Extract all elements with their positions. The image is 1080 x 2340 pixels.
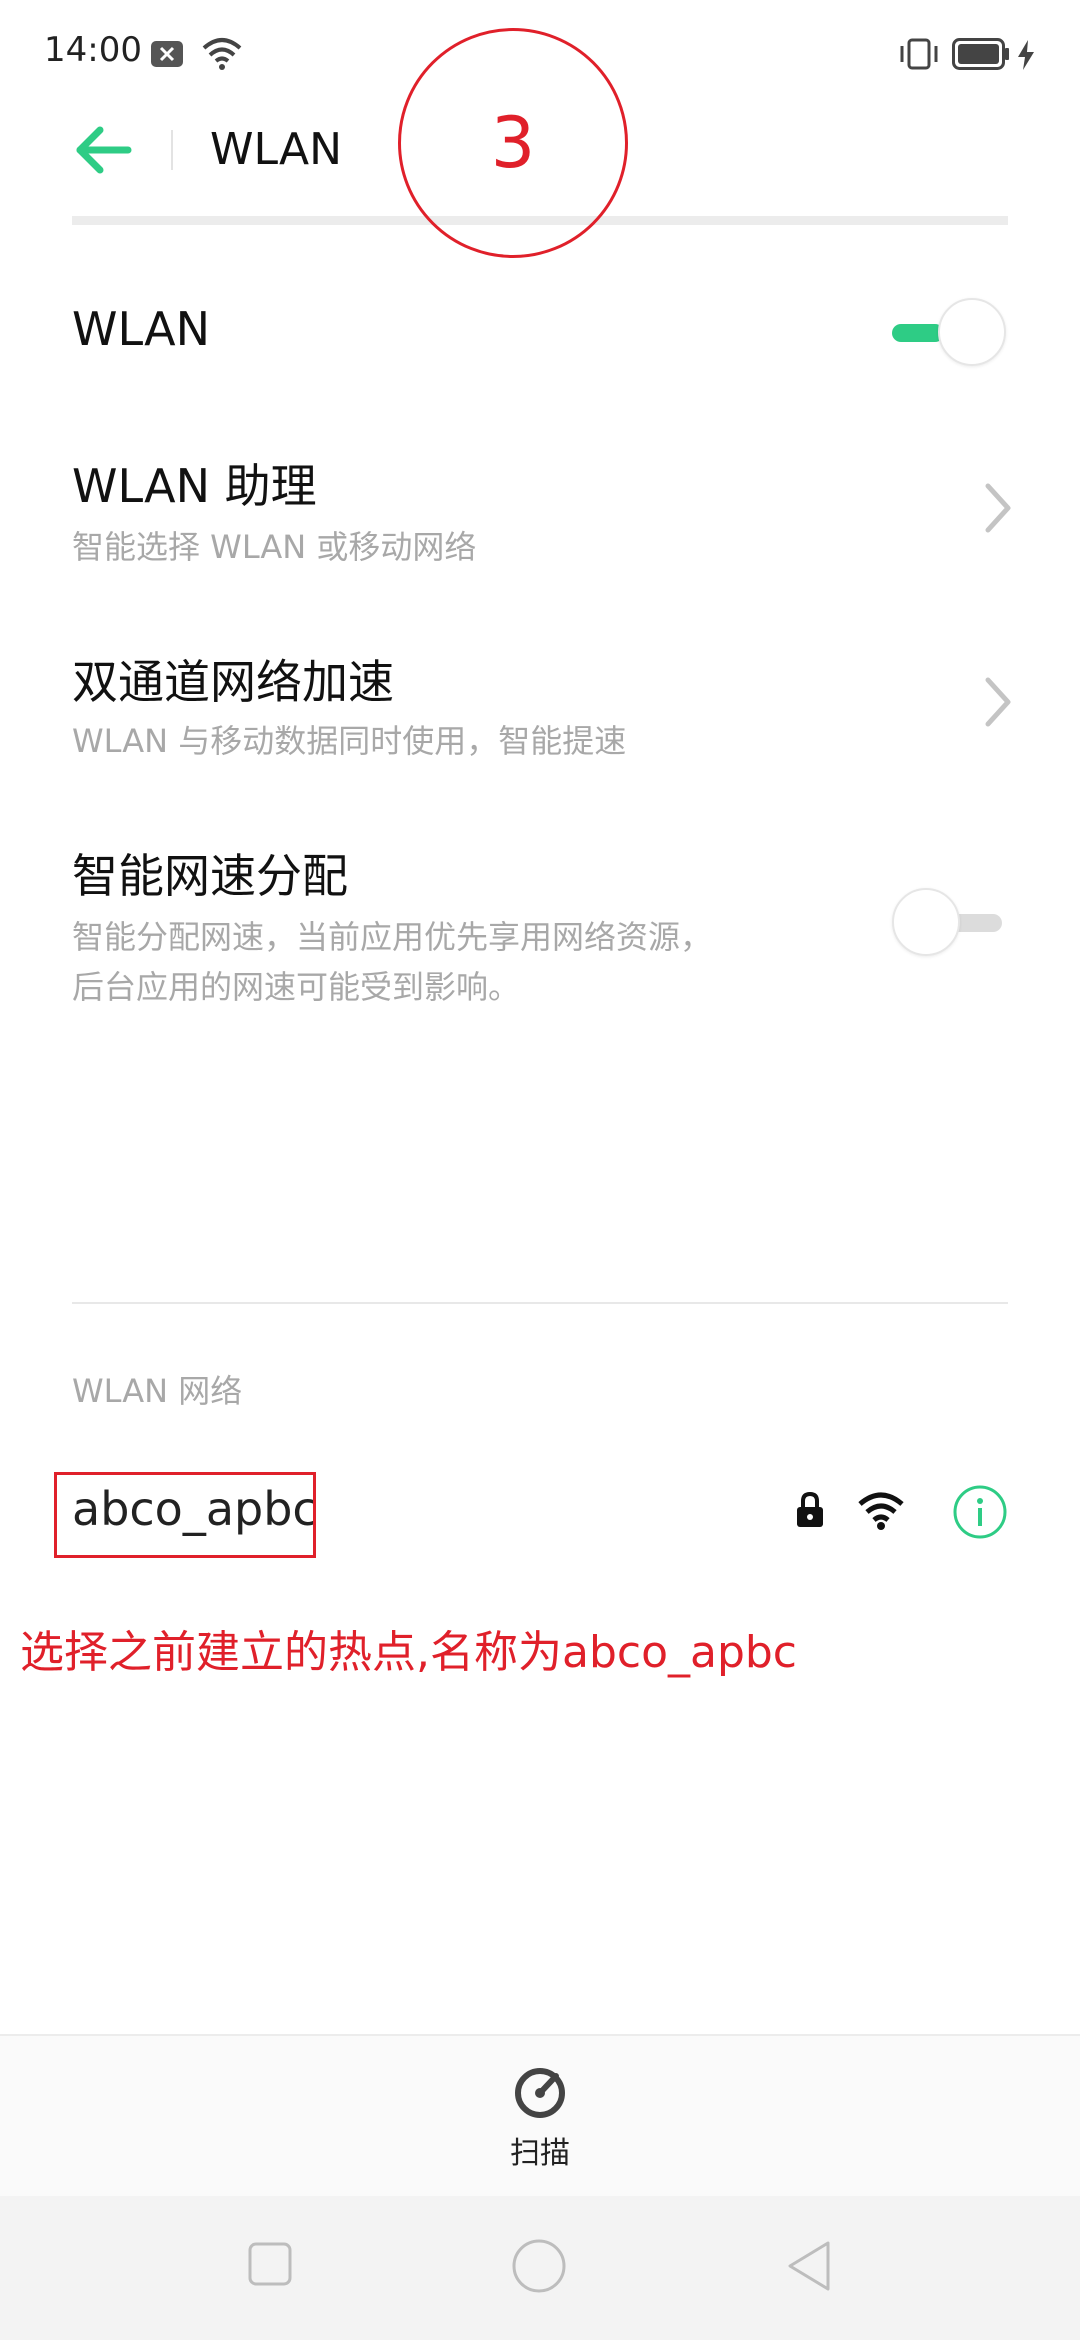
smart-speed-toggle-knob (892, 888, 960, 956)
chevron-right-icon (985, 483, 1011, 533)
notification-close-icon (151, 41, 183, 67)
wifi-icon (202, 38, 242, 70)
lock-icon (797, 1491, 823, 1527)
smart-speed-subtitle-line2: 后台应用的网速可能受到影响。 (72, 968, 521, 1006)
wlan-assistant-title: WLAN 助理 (72, 459, 317, 513)
wlan-networks-section-label: WLAN 网络 (72, 1372, 243, 1410)
wlan-toggle-track (892, 324, 944, 342)
wifi-signal-icon (858, 1492, 904, 1530)
section-divider (72, 1302, 1008, 1304)
annotation-instruction: 选择之前建立的热点,名称为abco_apbc (20, 1627, 798, 1678)
smart-speed-subtitle-line1: 智能分配网速，当前应用优先享用网络资源， (72, 918, 713, 956)
wlan-toggle-knob (938, 298, 1006, 366)
dual-channel-subtitle: WLAN 与移动数据同时使用，智能提速 (72, 722, 627, 760)
wlan-toggle-switch[interactable] (890, 298, 1010, 368)
chevron-right-icon (985, 677, 1011, 727)
annotation-step-number: 3 (490, 102, 536, 184)
recents-square-icon[interactable] (246, 2240, 294, 2288)
battery-icon (952, 38, 1009, 70)
scan-button-label[interactable]: 扫描 (490, 2128, 590, 2172)
annotation-highlight-box (54, 1472, 316, 1558)
wlan-toggle-title: WLAN (72, 302, 211, 356)
info-icon[interactable] (952, 1484, 1008, 1540)
home-circle-icon[interactable] (511, 2238, 567, 2294)
smart-speed-title: 智能网速分配 (72, 849, 348, 903)
back-triangle-icon[interactable] (784, 2238, 834, 2294)
scan-icon[interactable] (490, 2062, 590, 2124)
status-time: 14:00 (44, 30, 142, 70)
screen: 14:00 WLAN 3 WLAN WLAN 助理 智能选择 WLAN 或移动网… (0, 0, 1080, 2340)
smart-speed-toggle-switch[interactable] (890, 888, 1010, 958)
back-arrow-icon[interactable] (70, 120, 140, 180)
vibrate-icon (900, 38, 938, 70)
header-divider (171, 130, 173, 170)
system-nav-bar (0, 2196, 1080, 2340)
dual-channel-title: 双通道网络加速 (72, 655, 394, 709)
page-title: WLAN (210, 124, 343, 175)
wlan-assistant-subtitle: 智能选择 WLAN 或移动网络 (72, 528, 477, 566)
charging-icon (1018, 40, 1034, 70)
